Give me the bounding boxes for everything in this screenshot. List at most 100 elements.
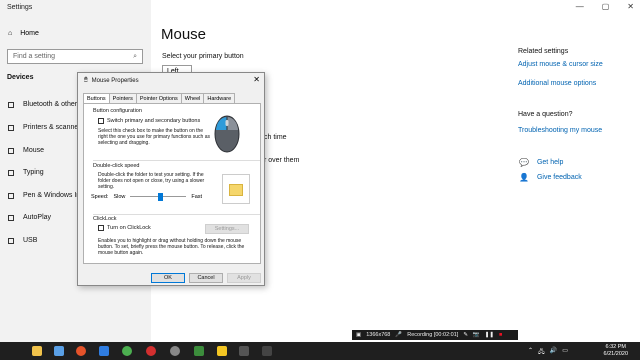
firefox-icon[interactable] bbox=[76, 346, 86, 356]
sidebar-item-mouse[interactable]: Mouse bbox=[8, 147, 44, 154]
dialog-close-icon[interactable]: ✕ bbox=[253, 75, 260, 84]
sidebar-item-label: USB bbox=[23, 237, 38, 244]
window-controls: — ▢ ✕ bbox=[576, 2, 634, 11]
apply-button[interactable]: Apply bbox=[227, 273, 261, 283]
close-button[interactable]: ✕ bbox=[627, 2, 634, 11]
chevron-up-icon[interactable]: ⌃ bbox=[528, 347, 533, 357]
sidebar-section-title: Devices bbox=[7, 74, 34, 81]
sidebar-item-label: Pen & Windows Ink bbox=[23, 192, 84, 199]
link-adjust-mouse-cursor-size[interactable]: Adjust mouse & cursor size bbox=[518, 61, 603, 68]
speed-label: Speed: bbox=[91, 193, 109, 200]
taskbar-clock[interactable]: 6:32 PM 6/21/2020 bbox=[604, 344, 628, 358]
photos-icon[interactable] bbox=[54, 346, 64, 356]
double-click-description: Double-click the folder to test your set… bbox=[98, 172, 205, 190]
recording-status: Recording [00:02:01] bbox=[407, 332, 459, 338]
give-feedback-link[interactable]: 👤 Give feedback bbox=[519, 173, 582, 182]
monitor-icon: ▣ bbox=[356, 332, 362, 338]
sidebar-item-label: AutoPlay bbox=[23, 214, 52, 221]
settings-gear-icon[interactable] bbox=[239, 346, 249, 356]
microphone-icon[interactable]: 🎤 bbox=[395, 332, 402, 338]
get-help-link[interactable]: 💬 Get help bbox=[519, 158, 563, 167]
app-icon[interactable] bbox=[194, 346, 204, 356]
minimize-button[interactable]: — bbox=[576, 2, 584, 11]
clicklock-description: Enables you to highlight or drag without… bbox=[98, 238, 245, 256]
recording-toolbar: ▣ 1366x768 🎤 Recording [00:02:01] ✎ 📷 ❚❚… bbox=[352, 330, 518, 340]
obscured-text-scroll: ch time bbox=[264, 134, 287, 141]
paint-icon[interactable] bbox=[217, 346, 227, 356]
pen-icon bbox=[8, 192, 14, 199]
autoplay-icon bbox=[8, 214, 14, 221]
question-title: Have a question? bbox=[518, 111, 573, 118]
clicklock-label: ClickLock bbox=[93, 216, 117, 222]
get-help-label: Get help bbox=[536, 159, 564, 166]
chrome-icon[interactable] bbox=[122, 346, 132, 356]
page-title: Mouse bbox=[161, 26, 207, 43]
slow-label: Slow bbox=[113, 193, 126, 200]
feedback-icon: 👤 bbox=[519, 173, 529, 182]
switch-buttons-checkbox[interactable]: Switch primary and secondary buttons bbox=[98, 118, 200, 124]
sidebar-item-printers[interactable]: Printers & scanners bbox=[8, 124, 84, 131]
clicklock-settings-button[interactable]: Settings... bbox=[205, 224, 249, 234]
sidebar-item-label: Mouse bbox=[23, 147, 45, 154]
dialog-titlebar[interactable]: 🖱 Mouse Properties bbox=[84, 77, 139, 84]
sidebar-item-label: Printers & scanners bbox=[23, 124, 85, 131]
pause-icon[interactable]: ❚❚ bbox=[485, 332, 494, 338]
folder-icon[interactable] bbox=[229, 184, 243, 196]
help-chat-icon: 💬 bbox=[519, 158, 529, 167]
printer-icon bbox=[8, 124, 14, 131]
clicklock-checkbox[interactable]: Turn on ClickLock bbox=[98, 225, 151, 231]
link-additional-mouse-options[interactable]: Additional mouse options bbox=[518, 80, 596, 87]
speed-slider[interactable] bbox=[130, 193, 187, 201]
settings-app-icon[interactable] bbox=[262, 346, 272, 356]
clock-date: 6/21/2020 bbox=[603, 351, 628, 357]
camera-icon[interactable]: 📷 bbox=[473, 332, 480, 338]
sidebar-item-autoplay[interactable]: AutoPlay bbox=[8, 214, 51, 221]
keyboard-icon bbox=[8, 169, 14, 176]
file-explorer-icon[interactable] bbox=[32, 346, 42, 356]
taskbar: ⌃ 🖧 🔊 ▭ 6:32 PM 6/21/2020 bbox=[0, 342, 640, 360]
sidebar-home[interactable]: ⌂ Home bbox=[8, 30, 39, 37]
ok-button[interactable]: OK bbox=[151, 273, 185, 283]
double-click-test-area[interactable] bbox=[222, 174, 250, 204]
sidebar-item-label: Typing bbox=[23, 169, 44, 176]
home-icon: ⌂ bbox=[8, 30, 13, 37]
sidebar-item-usb[interactable]: USB bbox=[8, 237, 37, 244]
double-click-label: Double-click speed bbox=[93, 163, 140, 169]
clicklock-checkbox-label: Turn on ClickLock bbox=[107, 225, 151, 231]
obscured-text-hover: r over them bbox=[264, 157, 300, 164]
media-player-icon[interactable] bbox=[170, 346, 180, 356]
maximize-button[interactable]: ▢ bbox=[602, 2, 610, 11]
search-icon: ⌕ bbox=[133, 52, 137, 60]
switch-buttons-label: Switch primary and secondary buttons bbox=[107, 118, 201, 124]
sidebar-item-bluetooth[interactable]: Bluetooth & other d bbox=[8, 101, 83, 108]
battery-icon[interactable]: ▭ bbox=[562, 347, 568, 357]
speed-row: Speed: Slow Fast bbox=[91, 193, 203, 201]
window-title: Settings bbox=[7, 4, 33, 11]
slider-thumb[interactable] bbox=[158, 193, 164, 201]
stop-icon[interactable]: ■ bbox=[499, 332, 502, 338]
pen-icon[interactable]: ✎ bbox=[463, 332, 468, 338]
search-input[interactable]: Find a setting ⌕ bbox=[7, 49, 143, 64]
volume-icon[interactable]: 🔊 bbox=[550, 347, 557, 357]
sidebar-item-pen[interactable]: Pen & Windows Ink bbox=[8, 192, 84, 199]
primary-button-label: Select your primary button bbox=[162, 53, 244, 60]
related-settings-title: Related settings bbox=[518, 48, 569, 55]
checkbox-box[interactable] bbox=[98, 225, 104, 231]
button-config-description: Select this check box to make the button… bbox=[98, 128, 211, 146]
home-label: Home bbox=[20, 30, 39, 37]
checkbox-box[interactable] bbox=[98, 118, 104, 124]
opera-icon[interactable] bbox=[146, 346, 156, 356]
give-feedback-label: Give feedback bbox=[536, 174, 582, 181]
dialog-title: Mouse Properties bbox=[91, 77, 139, 84]
network-icon[interactable]: 🖧 bbox=[538, 347, 545, 357]
system-tray: ⌃ 🖧 🔊 ▭ bbox=[528, 347, 568, 357]
cancel-button[interactable]: Cancel bbox=[189, 273, 223, 283]
sidebar-item-typing[interactable]: Typing bbox=[8, 169, 44, 176]
button-config-label: Button configuration bbox=[93, 108, 142, 114]
sidebar-item-label: Bluetooth & other d bbox=[23, 101, 83, 108]
link-troubleshooting-mouse[interactable]: Troubleshooting my mouse bbox=[518, 127, 602, 134]
edge-icon[interactable] bbox=[99, 346, 109, 356]
clock-time: 6:32 PM bbox=[605, 344, 626, 350]
search-placeholder: Find a setting bbox=[13, 53, 56, 60]
fast-label: Fast bbox=[191, 193, 203, 200]
